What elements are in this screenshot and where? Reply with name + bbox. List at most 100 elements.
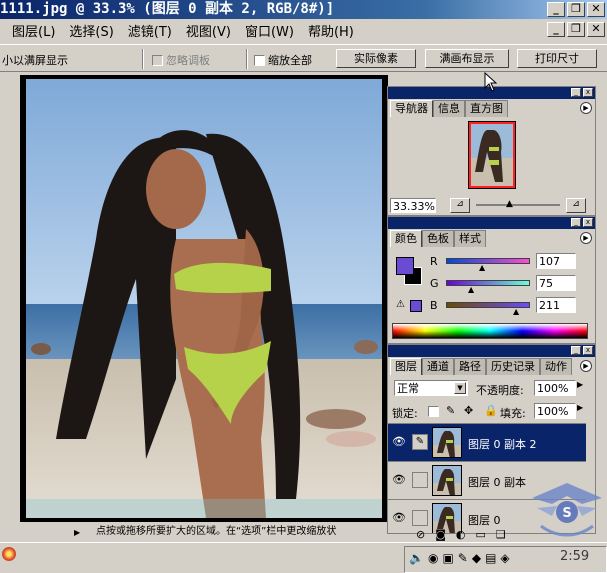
channel-r-field[interactable]: 107 (536, 253, 576, 269)
panel-minimize-button[interactable]: _ (571, 346, 581, 355)
panel-menu-icon[interactable]: ▶ (580, 102, 592, 114)
color-spectrum[interactable] (392, 323, 588, 339)
menu-bar: 图层(L) 选择(S) 滤镜(T) 视图(V) 窗口(W) 帮助(H) (0, 19, 607, 41)
doc-close-button[interactable]: ✕ (587, 22, 605, 37)
start-icon[interactable] (2, 547, 16, 561)
navigator-tabs: 导航器 信息 直方图 (390, 100, 508, 117)
eye-icon[interactable]: 👁 (392, 511, 406, 525)
lock-all-icon[interactable]: 🔒 (484, 404, 498, 417)
layer-row[interactable]: 👁 ✎ 图层 0 副本 2 (388, 424, 586, 462)
channel-r-thumb[interactable]: ▲ (479, 263, 485, 272)
menu-layer[interactable]: 图层(L) (12, 21, 55, 40)
doc-restore-button[interactable]: ❐ (567, 22, 585, 37)
layer-thumbnail (432, 427, 462, 458)
menu-view[interactable]: 视图(V) (186, 21, 231, 40)
eye-icon[interactable]: 👁 (392, 473, 406, 487)
speaker-icon[interactable]: 🔈 (409, 551, 424, 565)
new-layer-icon[interactable]: ❑ (496, 528, 506, 541)
channel-r-slider[interactable] (446, 258, 530, 264)
menu-window[interactable]: 窗口(W) (245, 21, 294, 40)
tab-channels[interactable]: 通道 (422, 358, 454, 375)
panel-menu-icon[interactable]: ▶ (580, 360, 592, 372)
clock: 2:59 (560, 549, 590, 564)
fill-arrow-icon[interactable]: ▶ (577, 403, 583, 412)
blend-mode-select[interactable]: 正常 ▼ (394, 380, 468, 396)
layer-link-box[interactable] (412, 472, 428, 488)
chart-icon[interactable]: ▤ (485, 551, 496, 565)
menu-help[interactable]: 帮助(H) (308, 21, 354, 40)
opacity-field[interactable]: 100% (534, 380, 576, 396)
panel-header: _ x (388, 345, 595, 357)
panel-menu-icon[interactable]: ▶ (580, 232, 592, 244)
tab-actions[interactable]: 动作 (540, 358, 572, 375)
gamut-warning-icon[interactable]: ⚠ (396, 299, 405, 310)
zoom-slider[interactable] (476, 204, 560, 206)
channel-b-label: B (430, 299, 438, 312)
mask-icon[interactable]: ◙ (435, 528, 446, 541)
tab-layers[interactable]: 图层 (390, 358, 422, 375)
tab-color[interactable]: 颜色 (390, 230, 422, 247)
fill-field[interactable]: 100% (534, 403, 576, 419)
link-icon[interactable]: ⊘ (416, 528, 425, 541)
new-set-icon[interactable]: ▭ (476, 528, 486, 541)
channel-g-field[interactable]: 75 (536, 275, 576, 291)
layer-link-box[interactable] (412, 510, 428, 526)
panel-close-button[interactable]: x (583, 88, 593, 97)
chevron-down-icon[interactable]: ▼ (454, 382, 466, 394)
tab-swatches[interactable]: 色板 (422, 230, 454, 247)
lock-transparency-checkbox[interactable] (428, 406, 439, 417)
channel-g-thumb[interactable]: ▲ (468, 285, 474, 294)
actual-pixels-button[interactable]: 实际像素 (336, 49, 416, 68)
doc-minimize-button[interactable]: _ (547, 22, 565, 37)
lock-brush-icon[interactable]: ✎ (446, 404, 455, 417)
eye-icon[interactable]: 👁 (392, 435, 406, 449)
ignore-palettes-checkbox[interactable] (152, 55, 163, 66)
tool-icon[interactable]: ◈ (500, 551, 509, 565)
fit-on-screen-button[interactable]: 满画布显示 (425, 49, 509, 68)
panel-close-button[interactable]: x (583, 346, 593, 355)
zoom-in-icon[interactable]: ⊿ (566, 198, 586, 213)
channel-b-field[interactable]: 211 (536, 297, 576, 313)
separator (142, 49, 144, 69)
svg-text:S: S (562, 506, 571, 521)
app-icon[interactable]: ◆ (472, 551, 481, 565)
pen-icon[interactable]: ✎ (458, 551, 468, 565)
tab-history[interactable]: 历史记录 (486, 358, 540, 375)
menu-select[interactable]: 选择(S) (69, 21, 113, 40)
status-arrow-icon[interactable]: ▶ (74, 528, 80, 537)
zoom-field[interactable]: 33.33% (390, 198, 436, 213)
panel-minimize-button[interactable]: _ (571, 88, 581, 97)
network-icon[interactable]: ◉ (428, 551, 438, 565)
zoom-out-icon[interactable]: ⊿ (450, 198, 470, 213)
foreground-color-swatch[interactable] (396, 257, 414, 275)
gamut-color-swatch[interactable] (410, 300, 422, 312)
panel-header: _ x (388, 217, 595, 229)
zoom-slider-thumb[interactable]: ▲ (506, 199, 513, 209)
brush-icon[interactable]: ✎ (412, 434, 428, 450)
tab-styles[interactable]: 样式 (454, 230, 486, 247)
color-tabs: 颜色 色板 样式 (390, 230, 486, 247)
minimize-button[interactable]: _ (547, 2, 565, 17)
adjustment-icon[interactable]: ◐ (456, 528, 466, 541)
close-button[interactable]: ✕ (587, 2, 605, 17)
navigator-thumbnail[interactable] (468, 121, 516, 189)
monitor-icon[interactable]: ▣ (442, 551, 453, 565)
tab-navigator[interactable]: 导航器 (390, 100, 433, 117)
document-canvas[interactable] (26, 79, 382, 518)
channel-b-thumb[interactable]: ▲ (513, 307, 519, 316)
tab-paths[interactable]: 路径 (454, 358, 486, 375)
opacity-arrow-icon[interactable]: ▶ (577, 380, 583, 389)
lock-move-icon[interactable]: ✥ (464, 404, 473, 417)
panel-minimize-button[interactable]: _ (571, 218, 581, 227)
menu-filter[interactable]: 滤镜(T) (128, 21, 172, 40)
tab-histogram[interactable]: 直方图 (465, 100, 508, 117)
layer-name: 图层 0 (468, 514, 501, 527)
window-title-bar: 1111.jpg @ 33.3% (图层 0 副本 2, RGB/8#)] (0, 0, 607, 19)
maximize-button[interactable]: ❐ (567, 2, 585, 17)
print-size-button[interactable]: 打印尺寸 (517, 49, 597, 68)
watermark-logo: S (532, 483, 602, 537)
panel-close-button[interactable]: x (583, 218, 593, 227)
tab-info[interactable]: 信息 (433, 100, 465, 117)
channel-g-slider[interactable] (446, 280, 530, 286)
zoom-all-checkbox[interactable] (254, 55, 265, 66)
